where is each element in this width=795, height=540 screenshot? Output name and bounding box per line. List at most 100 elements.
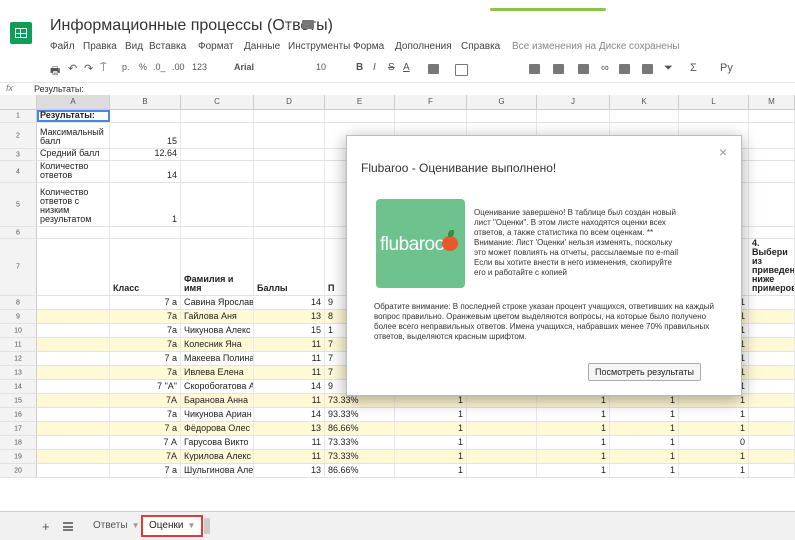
table-cell[interactable]: [37, 227, 110, 238]
print-icon[interactable]: 🖶: [50, 62, 60, 81]
table-cell[interactable]: [749, 464, 795, 477]
column-header[interactable]: B: [110, 95, 181, 109]
table-cell[interactable]: [254, 110, 325, 122]
table-cell[interactable]: [181, 123, 254, 148]
column-header[interactable]: K: [610, 95, 679, 109]
column-header[interactable]: M: [749, 95, 795, 109]
table-cell[interactable]: Максимальный балл: [37, 123, 110, 148]
table-cell[interactable]: [37, 338, 110, 351]
row-number[interactable]: 16: [0, 408, 37, 421]
table-cell[interactable]: 93.33%: [325, 408, 395, 421]
table-cell[interactable]: Савина Ярослав: [181, 296, 254, 309]
table-cell[interactable]: [254, 149, 325, 160]
table-cell[interactable]: [749, 110, 795, 122]
table-cell[interactable]: 11: [254, 436, 325, 449]
table-cell[interactable]: [37, 380, 110, 393]
table-cell[interactable]: [749, 161, 795, 182]
table-cell[interactable]: [37, 394, 110, 407]
font-select[interactable]: Arial: [234, 62, 254, 72]
row-number[interactable]: 19: [0, 450, 37, 463]
menu-addons[interactable]: Дополнения: [395, 41, 452, 52]
table-cell[interactable]: [254, 161, 325, 182]
strikethrough-button[interactable]: S: [388, 62, 395, 73]
table-cell[interactable]: [37, 450, 110, 463]
table-cell[interactable]: [749, 123, 795, 148]
sheet-tab-grades[interactable]: Оценки ▼: [141, 515, 204, 537]
table-cell[interactable]: 7А: [110, 394, 181, 407]
add-sheet-icon[interactable]: +: [42, 519, 50, 534]
column-header[interactable]: L: [679, 95, 749, 109]
table-cell[interactable]: Шульгинова Але: [181, 464, 254, 477]
table-cell[interactable]: Макеева Полина: [181, 352, 254, 365]
table-cell[interactable]: [749, 450, 795, 463]
table-cell[interactable]: 13: [254, 422, 325, 435]
row-number[interactable]: 15: [0, 394, 37, 407]
table-cell[interactable]: [254, 183, 325, 226]
currency-button[interactable]: р.: [122, 62, 130, 72]
column-header[interactable]: J: [537, 95, 610, 109]
table-cell[interactable]: 7а: [110, 338, 181, 351]
tab-scrollbar[interactable]: [204, 518, 210, 534]
select-all-corner[interactable]: [0, 95, 37, 109]
table-cell[interactable]: 1: [395, 436, 467, 449]
table-cell[interactable]: 7 а: [110, 296, 181, 309]
table-cell[interactable]: [37, 324, 110, 337]
table-cell[interactable]: [749, 422, 795, 435]
table-cell[interactable]: Чикунова Алекс: [181, 324, 254, 337]
row-number[interactable]: 13: [0, 366, 37, 379]
table-cell[interactable]: [37, 422, 110, 435]
table-cell[interactable]: 1: [679, 422, 749, 435]
column-header[interactable]: A: [37, 95, 110, 109]
sheet-tab-responses[interactable]: Ответы ▼: [87, 515, 145, 537]
table-cell[interactable]: 1: [395, 464, 467, 477]
menu-view[interactable]: Вид: [125, 41, 143, 52]
table-cell[interactable]: 14: [254, 408, 325, 421]
table-cell[interactable]: [37, 436, 110, 449]
table-cell[interactable]: [467, 408, 537, 421]
star-icon[interactable]: ☆: [280, 17, 292, 33]
table-cell[interactable]: [181, 149, 254, 160]
menu-file[interactable]: Файл: [50, 41, 75, 52]
row-number[interactable]: 12: [0, 352, 37, 365]
table-cell[interactable]: Результаты:: [37, 110, 110, 122]
table-cell[interactable]: 1: [610, 450, 679, 463]
table-cell[interactable]: 1: [610, 422, 679, 435]
row-number[interactable]: 10: [0, 324, 37, 337]
table-cell[interactable]: [749, 310, 795, 323]
table-cell[interactable]: 1: [537, 450, 610, 463]
table-cell[interactable]: Гарусова Викто: [181, 436, 254, 449]
table-cell[interactable]: 12.64: [110, 149, 181, 160]
table-cell[interactable]: [37, 296, 110, 309]
table-cell[interactable]: [610, 110, 679, 122]
table-cell[interactable]: Количество ответов с низким результатом: [37, 183, 110, 226]
column-header[interactable]: C: [181, 95, 254, 109]
menu-edit[interactable]: Правка: [83, 41, 117, 52]
table-cell[interactable]: 1: [679, 450, 749, 463]
column-header[interactable]: E: [325, 95, 395, 109]
table-cell[interactable]: [749, 394, 795, 407]
table-cell[interactable]: 1: [395, 408, 467, 421]
table-cell[interactable]: 15: [254, 324, 325, 337]
table-cell[interactable]: 11: [254, 338, 325, 351]
view-results-button[interactable]: Посмотреть результаты: [588, 363, 701, 381]
table-cell[interactable]: [37, 366, 110, 379]
table-cell[interactable]: [37, 352, 110, 365]
table-cell[interactable]: 1: [679, 464, 749, 477]
table-cell[interactable]: 73.33%: [325, 450, 395, 463]
table-cell[interactable]: [749, 324, 795, 337]
column-header[interactable]: G: [467, 95, 537, 109]
table-cell[interactable]: 1: [395, 422, 467, 435]
chart-icon[interactable]: [642, 64, 653, 74]
table-cell[interactable]: 1: [110, 183, 181, 226]
table-cell[interactable]: [467, 450, 537, 463]
table-cell[interactable]: 86.66%: [325, 422, 395, 435]
table-cell[interactable]: Фёдорова Олес: [181, 422, 254, 435]
sheets-app-icon[interactable]: [10, 22, 32, 44]
table-cell[interactable]: 7а: [110, 366, 181, 379]
valign-icon[interactable]: [553, 64, 564, 74]
menu-insert[interactable]: Вставка: [149, 41, 186, 52]
menu-tools[interactable]: Инструменты: [288, 41, 350, 52]
table-cell[interactable]: 11: [254, 450, 325, 463]
comment-icon[interactable]: [619, 64, 630, 74]
table-cell[interactable]: 13: [254, 464, 325, 477]
